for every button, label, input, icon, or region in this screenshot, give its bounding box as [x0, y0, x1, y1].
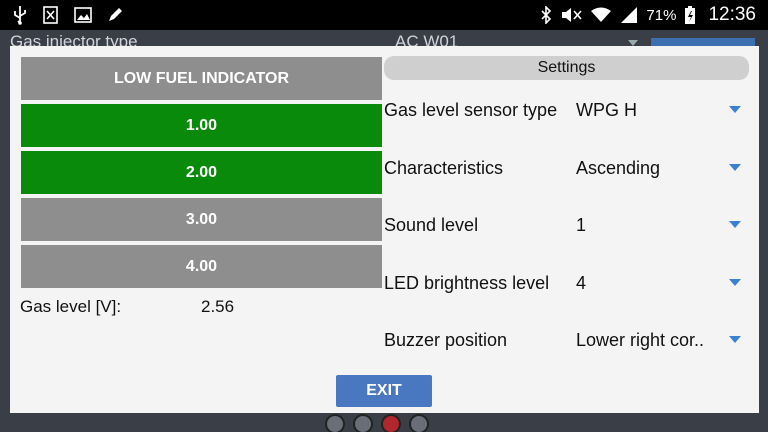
setting-label: Characteristics [384, 158, 504, 178]
setting-gas-level-sensor-type[interactable]: Gas level sensor type WPG H [384, 98, 749, 138]
gas-level-value: 2.56 [201, 297, 235, 316]
clock: 12:36 [708, 4, 756, 25]
image-icon [74, 6, 92, 24]
setting-value[interactable]: WPG H [576, 98, 637, 122]
dropdown-caret-icon[interactable] [729, 279, 741, 286]
setting-sound-level[interactable]: Sound level 1 [384, 213, 749, 253]
setting-value[interactable]: 4 [576, 271, 586, 295]
low-fuel-panel: LOW FUEL INDICATOR 1.00 2.00 3.00 4.00 [21, 57, 382, 288]
setting-led-brightness-level[interactable]: LED brightness level 4 [384, 271, 749, 311]
settings-title: Settings [384, 56, 749, 80]
battery-charging-icon [684, 5, 696, 25]
fuel-level-button-3[interactable]: 3.00 [21, 198, 382, 241]
settings-dialog: LOW FUEL INDICATOR 1.00 2.00 3.00 4.00 G… [10, 46, 759, 413]
mute-icon [560, 6, 583, 24]
setting-value[interactable]: Lower right cor.. [576, 328, 704, 352]
page-indicator [325, 414, 429, 432]
fuel-level-button-4[interactable]: 4.00 [21, 245, 382, 288]
wifi-icon [590, 6, 612, 24]
signal-icon [620, 6, 638, 24]
low-fuel-title: LOW FUEL INDICATOR [21, 57, 382, 100]
setting-label: Sound level [384, 215, 479, 235]
page-dot [409, 414, 429, 432]
dropdown-caret-icon[interactable] [729, 164, 741, 171]
fuel-level-button-1[interactable]: 1.00 [21, 104, 382, 147]
usb-icon [12, 5, 28, 25]
exit-button[interactable]: EXIT [336, 375, 432, 407]
sim-blocked-icon [42, 5, 60, 25]
setting-value[interactable]: Ascending [576, 156, 660, 180]
dropdown-caret-icon[interactable] [729, 336, 741, 343]
setting-characteristics[interactable]: Characteristics Ascending [384, 156, 749, 196]
page-dot-active [381, 414, 401, 432]
setting-label: Buzzer position [384, 330, 508, 350]
gas-level-label: Gas level [V]: [20, 297, 122, 316]
page-dot [325, 414, 345, 432]
setting-buzzer-position[interactable]: Buzzer position Lower right cor.. [384, 328, 749, 368]
page-dot [353, 414, 373, 432]
setting-label: LED brightness level [384, 273, 550, 293]
dropdown-caret-icon[interactable] [729, 221, 741, 228]
bluetooth-icon [540, 6, 552, 24]
fuel-level-button-2[interactable]: 2.00 [21, 151, 382, 194]
setting-label: Gas level sensor type [384, 100, 558, 120]
dropdown-caret-icon[interactable] [729, 106, 741, 113]
pen-icon [106, 6, 124, 24]
setting-value[interactable]: 1 [576, 213, 586, 237]
battery-percent: 71% [646, 6, 677, 24]
status-bar: 71% 12:36 [0, 0, 768, 30]
settings-panel: Settings Gas level sensor type WPG H Cha… [384, 56, 749, 350]
